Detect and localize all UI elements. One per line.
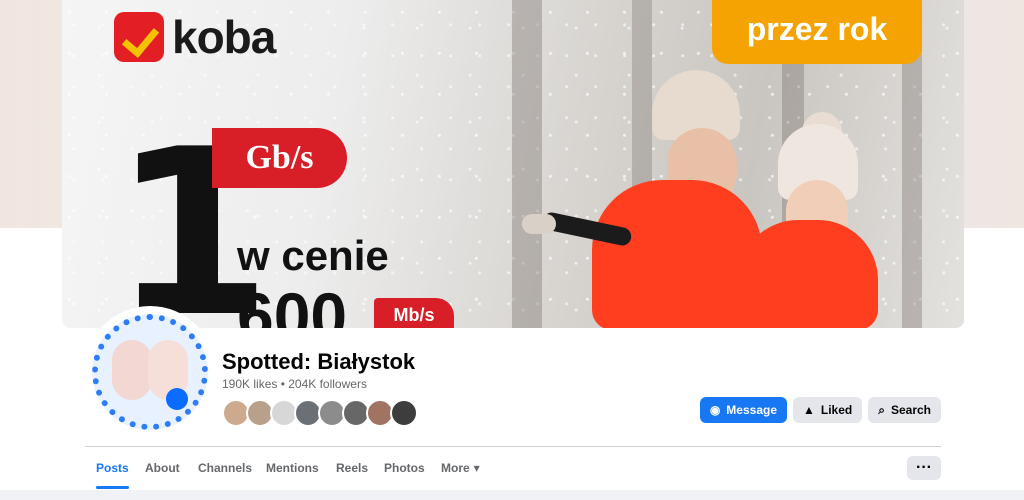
page-title: Spotted: Białystok (222, 349, 416, 374)
messenger-icon: ◉ (709, 403, 721, 417)
tab-more[interactable]: More ▾ (441, 447, 480, 489)
page-bottom-strip (0, 490, 1024, 500)
liked-button[interactable]: ▲ Liked (793, 397, 863, 423)
tab-posts[interactable]: Posts (96, 447, 129, 489)
unit-label: Mb/s (374, 298, 454, 328)
overflow-button[interactable]: ··· (907, 456, 941, 480)
tab-reels[interactable]: Reels (336, 447, 368, 489)
promo-banner: przez rok (712, 0, 922, 64)
jacket-left (592, 180, 762, 328)
search-button[interactable]: ⌕ Search (868, 397, 941, 423)
brand-name: koba (172, 11, 276, 63)
avatar[interactable] (92, 314, 208, 430)
liked-label: Liked (820, 403, 853, 417)
brand-logo: koba (114, 10, 276, 64)
thumbs-up-icon: ▲ (803, 403, 815, 417)
jacket-right (738, 220, 878, 328)
glove (522, 214, 556, 234)
cover-photo[interactable]: koba przez rok 1 Gb/s w cenie 600 Mb/s (62, 0, 964, 328)
chevron-down-icon: ▾ (473, 461, 480, 475)
checkmark-icon (114, 12, 164, 62)
speed-label: Gb/s (212, 128, 347, 188)
price-number: 600 (237, 279, 348, 328)
followers-avatars (222, 399, 418, 427)
tab-photos[interactable]: Photos (384, 447, 425, 489)
tab-channels[interactable]: Channels (198, 447, 252, 489)
price-text: w cenie (237, 232, 389, 279)
profile-actions: ◉ Message ▲ Liked ⌕ Search (699, 397, 941, 423)
messenger-badge-icon (166, 388, 188, 410)
page-stats: 190K likes • 204K followers (222, 377, 367, 391)
cover-people-illustration (502, 70, 922, 328)
search-icon: ⌕ (878, 403, 885, 417)
tab-mentions[interactable]: Mentions (266, 447, 319, 489)
follower-avatar[interactable] (390, 399, 418, 427)
avatar-face-left (112, 340, 152, 400)
search-label: Search (890, 403, 931, 417)
tab-about[interactable]: About (145, 447, 180, 489)
more-label: More (441, 461, 470, 475)
message-button[interactable]: ◉ Message (699, 397, 787, 423)
message-label: Message (726, 403, 777, 417)
profile-tabs: Posts About Channels Mentions Reels Phot… (85, 447, 941, 489)
